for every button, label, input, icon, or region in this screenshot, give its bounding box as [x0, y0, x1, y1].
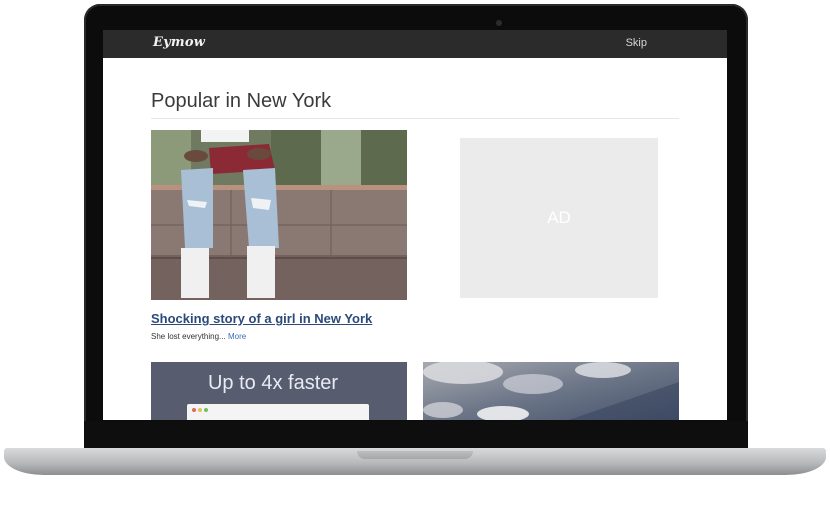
skip-button[interactable]: Skip — [626, 37, 647, 49]
window-dot-green — [204, 408, 208, 412]
bezel-bottom — [84, 421, 748, 448]
sky-photo — [423, 362, 679, 420]
window-dot-red — [192, 408, 196, 412]
page-title: Popular in New York — [151, 90, 332, 112]
promo-text: Up to 4x faster — [207, 372, 339, 394]
ad-label: AD — [547, 208, 571, 227]
article-image[interactable] — [151, 130, 407, 300]
title-divider — [151, 118, 679, 119]
article-description-text: She lost everything... — [151, 332, 226, 341]
article-photo — [151, 130, 407, 300]
browser-window-illustration — [187, 404, 369, 420]
article-headline-link[interactable]: Shocking story of a girl in New York — [151, 311, 372, 326]
laptop-notch — [357, 451, 473, 459]
sky-image-card[interactable] — [423, 362, 679, 420]
window-dot-yellow — [198, 408, 202, 412]
article-description: She lost everything... More — [151, 332, 246, 341]
more-link[interactable]: More — [228, 332, 246, 341]
camera-icon — [496, 20, 502, 26]
ad-placeholder[interactable]: AD — [460, 138, 658, 298]
screen: Eymow Skip Popular in New York Shocking … — [103, 30, 727, 420]
top-navigation-bar: Eymow Skip — [103, 30, 727, 58]
logo: Eymow — [153, 35, 206, 50]
promo-card[interactable]: Up to 4x faster — [151, 362, 407, 420]
